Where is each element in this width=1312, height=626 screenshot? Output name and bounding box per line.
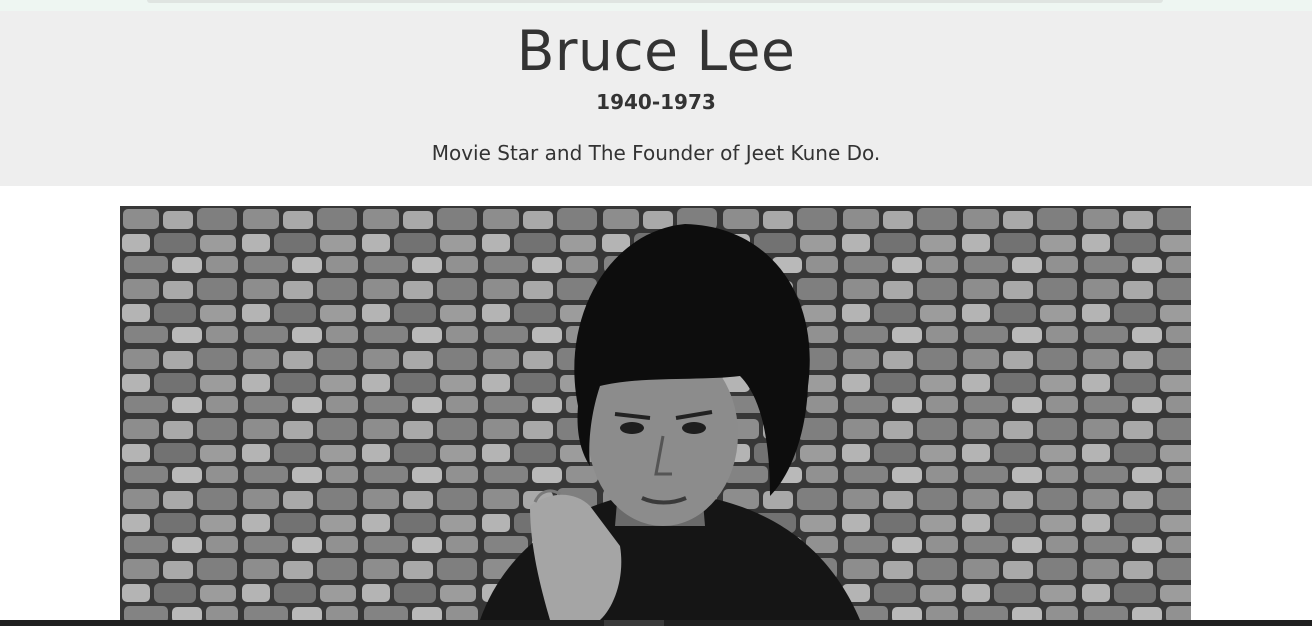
tagline: Movie Star and The Founder of Jeet Kune … [431,141,881,165]
portrait-image [120,206,1191,620]
page-header: Bruce Lee 1940-1973 Movie Star and The F… [0,11,1312,186]
bottom-scrollbar[interactable] [0,620,1312,626]
browser-top-strip [0,0,1312,11]
life-years: 1940-1973 [596,90,716,114]
page-title: Bruce Lee [516,19,796,83]
portrait-illustration [120,206,1191,620]
scrollbar-thumb[interactable] [604,620,664,626]
top-scroll-indicator [147,0,1163,3]
